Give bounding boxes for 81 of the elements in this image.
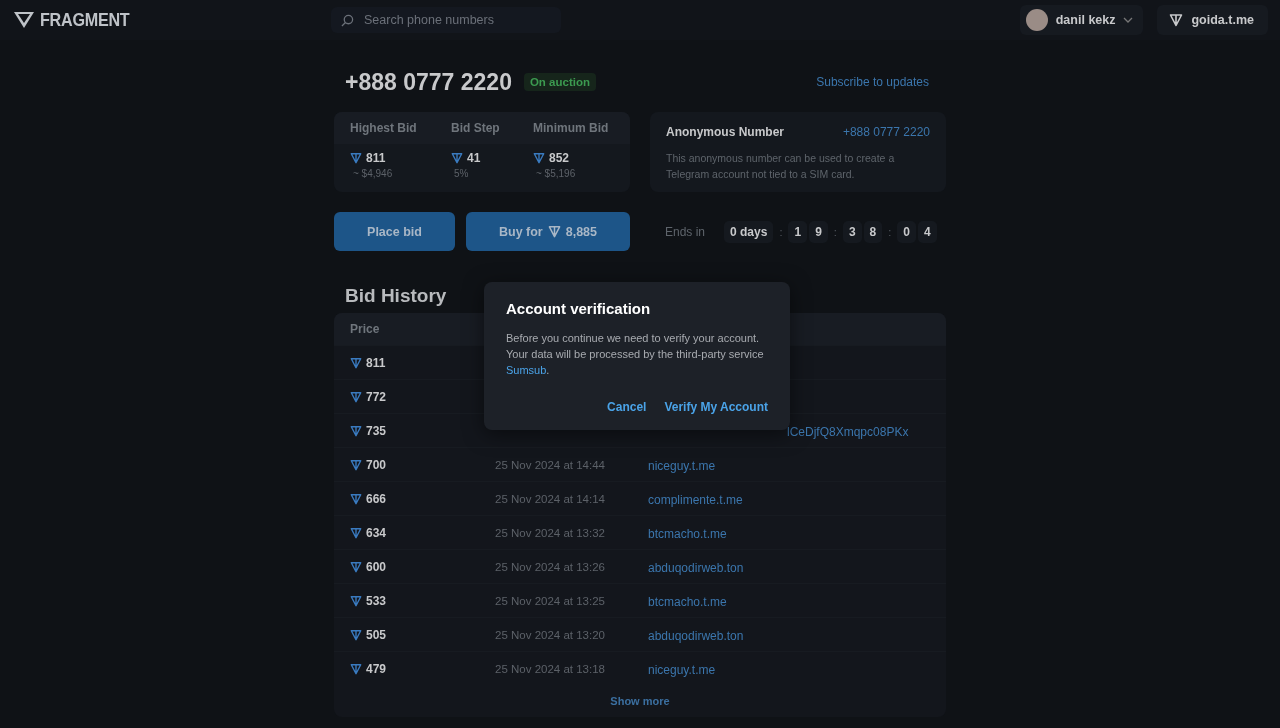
date-cell-text: 25 Nov 2024 at 13:20 bbox=[495, 628, 606, 641]
time-digit: 0 bbox=[897, 220, 916, 243]
ton-icon bbox=[350, 424, 362, 437]
stat-subtext: 5% bbox=[454, 168, 470, 179]
bidder-link[interactable]: abduqodirweb.ton bbox=[648, 628, 744, 643]
logo-icon bbox=[14, 11, 34, 29]
ton-icon bbox=[350, 628, 362, 641]
section-title: Bid History bbox=[345, 285, 447, 308]
bidder-link[interactable]: niceguy.t.me bbox=[648, 458, 716, 473]
verify-button[interactable]: Verify My Account bbox=[664, 400, 768, 414]
stat-subtext: ~ $4,946 bbox=[353, 168, 394, 179]
price-cell: 533 bbox=[350, 593, 495, 608]
wallet-button[interactable]: goida.t.me bbox=[1157, 5, 1268, 35]
show-more-button[interactable]: Show more bbox=[604, 694, 676, 708]
time-digit: 1 bbox=[788, 220, 808, 243]
ton-icon bbox=[350, 152, 362, 164]
price-cell: 479 bbox=[350, 661, 495, 676]
bidder-link[interactable]: complimente.t.me bbox=[648, 492, 743, 507]
search-field[interactable]: Search phone numbers bbox=[331, 7, 561, 33]
time-digit: 3 bbox=[842, 220, 862, 243]
bidder-link[interactable]: btcmacho.t.me bbox=[648, 526, 727, 541]
status-badge: On auction bbox=[523, 73, 596, 91]
days-counter: 0 days bbox=[724, 220, 774, 243]
ton-icon bbox=[350, 594, 362, 607]
ton-icon bbox=[451, 152, 463, 164]
date-cell-text: 25 Nov 2024 at 13:18 bbox=[495, 662, 606, 675]
number-link[interactable]: +888 0777 2220 bbox=[842, 125, 930, 139]
stat-label: Minimum Bid bbox=[533, 121, 610, 135]
subscribe-link[interactable]: Subscribe to updates bbox=[816, 75, 929, 89]
stat-value: 41 bbox=[451, 151, 533, 165]
bidder-link[interactable]: btcmacho.t.me bbox=[648, 594, 727, 609]
date-cell-text: 25 Nov 2024 at 14:44 bbox=[495, 458, 606, 471]
time-separator: : bbox=[887, 225, 893, 238]
stat-subtext: ~ $5,196 bbox=[536, 168, 577, 179]
stat-label: Highest Bid bbox=[350, 121, 418, 135]
price-cell: 505 bbox=[350, 627, 495, 642]
buy-button[interactable]: Buy for 8,885 bbox=[466, 212, 630, 251]
ton-icon bbox=[350, 390, 362, 403]
ton-icon bbox=[350, 458, 362, 471]
stat-value: 852 bbox=[533, 151, 630, 165]
chevron-icon bbox=[1123, 15, 1134, 25]
logo-text[interactable]: FRAGMENT bbox=[40, 9, 130, 31]
time-digit: 4 bbox=[918, 220, 937, 243]
ton-icon bbox=[350, 356, 362, 369]
time-digit: 9 bbox=[809, 220, 828, 243]
ton-icon bbox=[1169, 13, 1184, 27]
search-icon bbox=[341, 14, 354, 27]
time-separator: : bbox=[778, 225, 784, 238]
stat-value: 811 bbox=[350, 151, 451, 165]
bidder-link[interactable]: abduqodirweb.ton bbox=[648, 560, 744, 575]
date-cell-text: 25 Nov 2024 at 13:32 bbox=[495, 526, 606, 539]
ton-icon bbox=[533, 152, 545, 164]
info-title: Anonymous Number bbox=[666, 125, 784, 139]
avatar bbox=[1025, 9, 1048, 31]
price-cell: 600 bbox=[350, 559, 495, 574]
price-cell: 666 bbox=[350, 491, 495, 506]
ton-icon bbox=[547, 225, 561, 238]
price-cell: 700 bbox=[350, 457, 495, 472]
ton-icon bbox=[350, 662, 362, 675]
ends-in-label: Ends in bbox=[665, 224, 706, 239]
column-header: Price bbox=[350, 322, 380, 336]
bidder-link[interactable]: lCeDjfQ8Xmqpc08PKx bbox=[787, 424, 909, 439]
ton-icon bbox=[350, 492, 362, 505]
price-cell: 634 bbox=[350, 525, 495, 540]
info-text: This anonymous number can be used to create a Telegram account not tied to a SIM card. bbox=[666, 151, 896, 182]
dialog-title: Account verification bbox=[506, 300, 652, 317]
ton-icon bbox=[350, 560, 362, 573]
user-menu[interactable]: danil kekz bbox=[1019, 5, 1144, 35]
stat-label: Bid Step bbox=[451, 121, 501, 135]
dialog-text: Before you continue we need to verify your account. Your data will be processed by the third-party service Sumsub. bbox=[506, 331, 765, 378]
bidder-link[interactable]: niceguy.t.me bbox=[648, 662, 716, 677]
ton-icon bbox=[350, 526, 362, 539]
price-cell: 735 bbox=[350, 423, 495, 438]
date-cell-text: 25 Nov 2024 at 13:26 bbox=[495, 560, 606, 573]
date-cell-text: 25 Nov 2024 at 13:25 bbox=[495, 594, 606, 607]
place-bid-button[interactable]: Place bid bbox=[334, 212, 455, 251]
time-separator: : bbox=[832, 225, 838, 238]
phone-number-title: +888 0777 2220 bbox=[345, 68, 512, 96]
cancel-button[interactable]: Cancel bbox=[607, 400, 647, 414]
date-cell-text: 25 Nov 2024 at 14:14 bbox=[495, 492, 606, 505]
time-digit: 8 bbox=[863, 220, 883, 243]
